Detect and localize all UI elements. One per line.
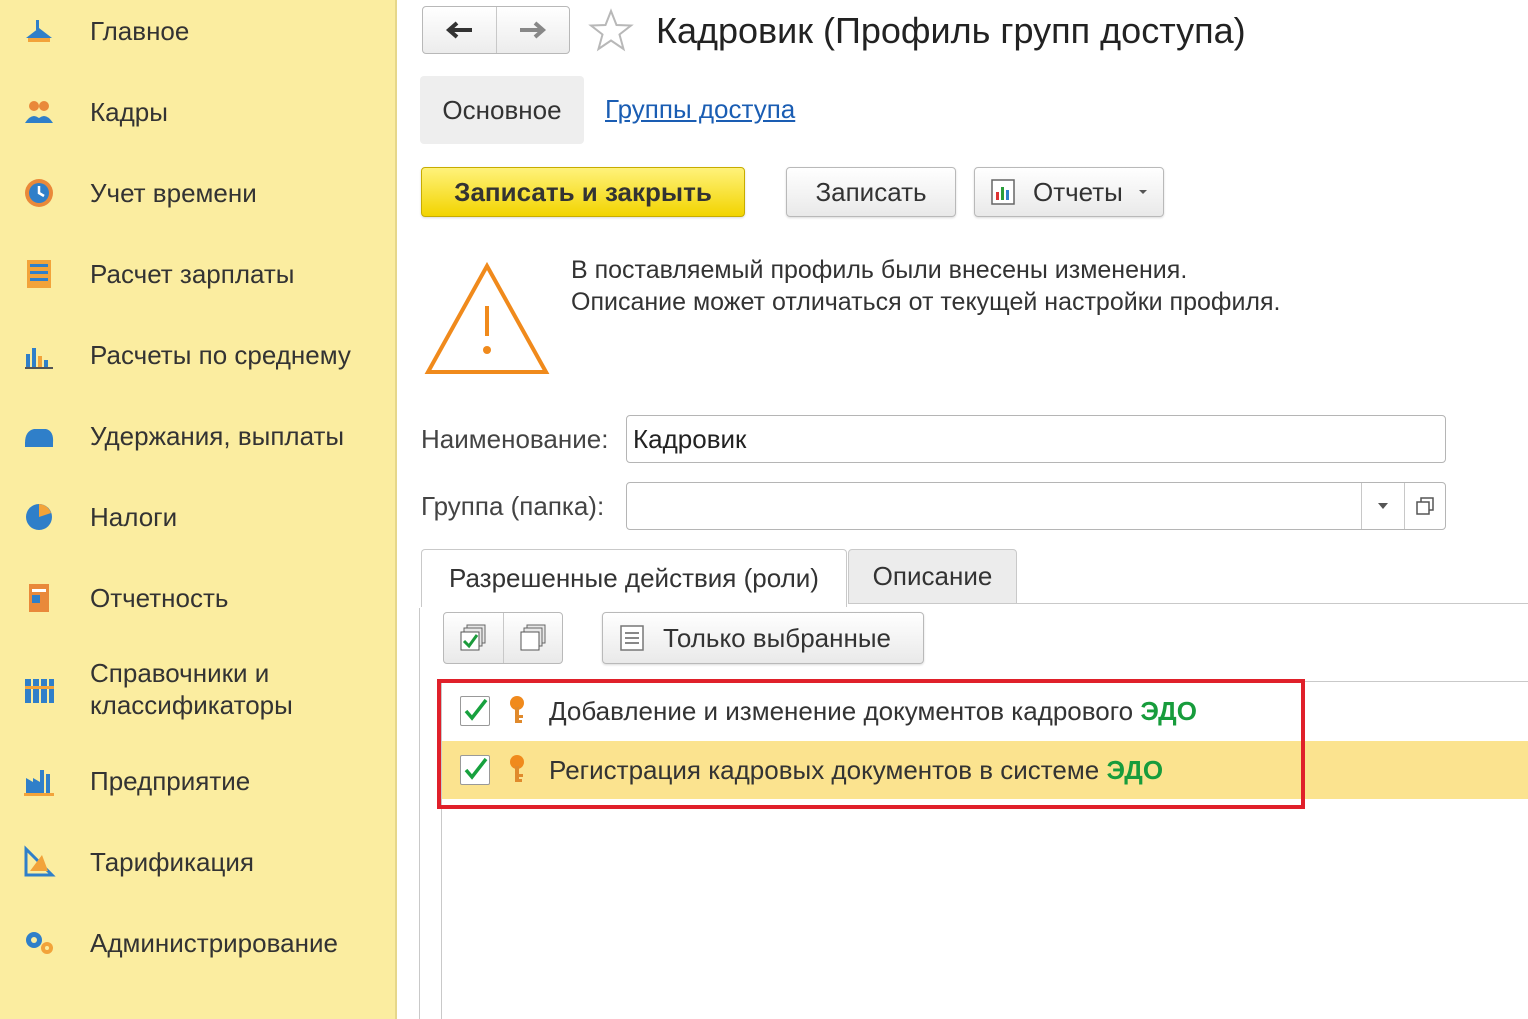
factory-icon: [24, 770, 54, 796]
sidebar-item-taxes[interactable]: Налоги: [0, 500, 395, 534]
gears-icon: [26, 932, 53, 954]
name-field[interactable]: Кадровик: [626, 415, 1446, 463]
sidebar-item-staff[interactable]: Кадры: [0, 95, 395, 129]
only-selected-label: Только выбранные: [663, 622, 891, 653]
sidebar-item-label: Учет времени: [90, 178, 257, 208]
reports-button[interactable]: Отчеты: [974, 167, 1164, 217]
sidebar-item-label: Главное: [90, 16, 190, 46]
abacus-icon: [27, 260, 51, 288]
group-dropdown-button[interactable]: [1361, 483, 1404, 529]
panel-border: [419, 608, 420, 1019]
check-tools: [443, 612, 563, 664]
sidebar-item-time[interactable]: Учет времени: [0, 176, 395, 210]
access-groups-link[interactable]: Группы доступа: [605, 94, 795, 125]
sidebar-item-catalogs[interactable]: Справочники и классификаторы: [0, 657, 395, 723]
tab-main[interactable]: Основное: [420, 76, 584, 144]
sidebar-item-reports[interactable]: Отчетность: [0, 581, 395, 615]
wallet-icon: [25, 429, 54, 447]
check-all-icon: [460, 624, 486, 651]
dropdown-caret-icon: [1378, 503, 1388, 509]
sidebar-item-label: Администрирование: [90, 928, 338, 958]
group-open-button[interactable]: [1404, 483, 1445, 529]
warning-line-1: В поставляемый профиль были внесены изме…: [571, 256, 1188, 284]
pie-chart-icon: [26, 504, 52, 530]
ruler-icon: [24, 845, 56, 877]
warning-message: В поставляемый профиль были внесены изме…: [571, 254, 1281, 318]
sidebar-item-label: Расчеты по среднему: [90, 340, 351, 370]
sidebar-item-main[interactable]: Главное: [0, 14, 395, 48]
warning-line-2: Описание может отличаться от текущей нас…: [571, 288, 1281, 316]
sidebar-item-label: Тарификация: [90, 847, 254, 877]
tab-description[interactable]: Описание: [848, 549, 1017, 604]
main-panel: Кадровик (Профиль групп доступа) Основно…: [398, 0, 1528, 1019]
report-icon: [29, 584, 49, 612]
back-button[interactable]: [423, 7, 496, 53]
sidebar-item-label-2: классификаторы: [90, 690, 293, 720]
name-label: Наименование:: [421, 424, 609, 454]
tab-divider: [1017, 603, 1528, 604]
sidebar-item-label: Расчет зарплаты: [90, 259, 295, 289]
home-icon: [26, 20, 52, 42]
warning-icon: [424, 262, 550, 374]
people-icon: [25, 101, 53, 123]
uncheck-all-icon: [520, 624, 546, 651]
check-all-button[interactable]: [444, 613, 503, 663]
sidebar-item-label: Предприятие: [90, 766, 251, 796]
history-nav: [422, 6, 570, 54]
report-chart-icon: [991, 179, 1015, 205]
group-field[interactable]: [626, 482, 1446, 530]
books-icon: [25, 679, 54, 703]
sidebar-item-label: Налоги: [90, 502, 178, 532]
arrow-left-icon: [446, 21, 473, 39]
sidebar: Главное Кадры Учет времени Расчет зарпла…: [0, 0, 397, 1019]
list-icon: [620, 625, 644, 651]
sidebar-item-label: Кадры: [90, 97, 168, 127]
uncheck-all-button[interactable]: [502, 613, 563, 663]
sidebar-item-label: Отчетность: [90, 583, 229, 613]
sidebar-item-enterprise[interactable]: Предприятие: [0, 764, 395, 798]
sidebar-item-average[interactable]: Расчеты по среднему: [0, 338, 395, 372]
arrow-right-icon: [519, 21, 546, 39]
group-label: Группа (папка):: [421, 491, 605, 521]
sidebar-item-label: Справочники и: [90, 658, 270, 688]
sidebar-item-tariffs[interactable]: Тарификация: [0, 845, 395, 879]
bar-chart-icon: [25, 348, 53, 369]
sidebar-item-deductions[interactable]: Удержания, выплаты: [0, 419, 395, 453]
save-and-close-button[interactable]: Записать и закрыть: [421, 167, 745, 217]
page-title: Кадровик (Профиль групп доступа): [656, 10, 1246, 51]
save-button[interactable]: Записать: [786, 167, 956, 217]
favorite-star-icon[interactable]: [588, 8, 634, 54]
annotation-highlight-box: [437, 679, 1305, 809]
tab-roles[interactable]: Разрешенные действия (роли): [421, 549, 847, 607]
sidebar-item-label: Удержания, выплаты: [90, 421, 345, 451]
reports-label: Отчеты: [1033, 176, 1123, 207]
only-selected-button[interactable]: Только выбранные: [602, 612, 924, 664]
clock-icon: [25, 179, 53, 207]
sidebar-item-admin[interactable]: Администрирование: [0, 926, 395, 960]
forward-button[interactable]: [495, 7, 570, 53]
sidebar-item-payroll[interactable]: Расчет зарплаты: [0, 257, 395, 291]
open-window-icon: [1416, 497, 1434, 515]
dropdown-caret-icon: [1138, 190, 1147, 194]
